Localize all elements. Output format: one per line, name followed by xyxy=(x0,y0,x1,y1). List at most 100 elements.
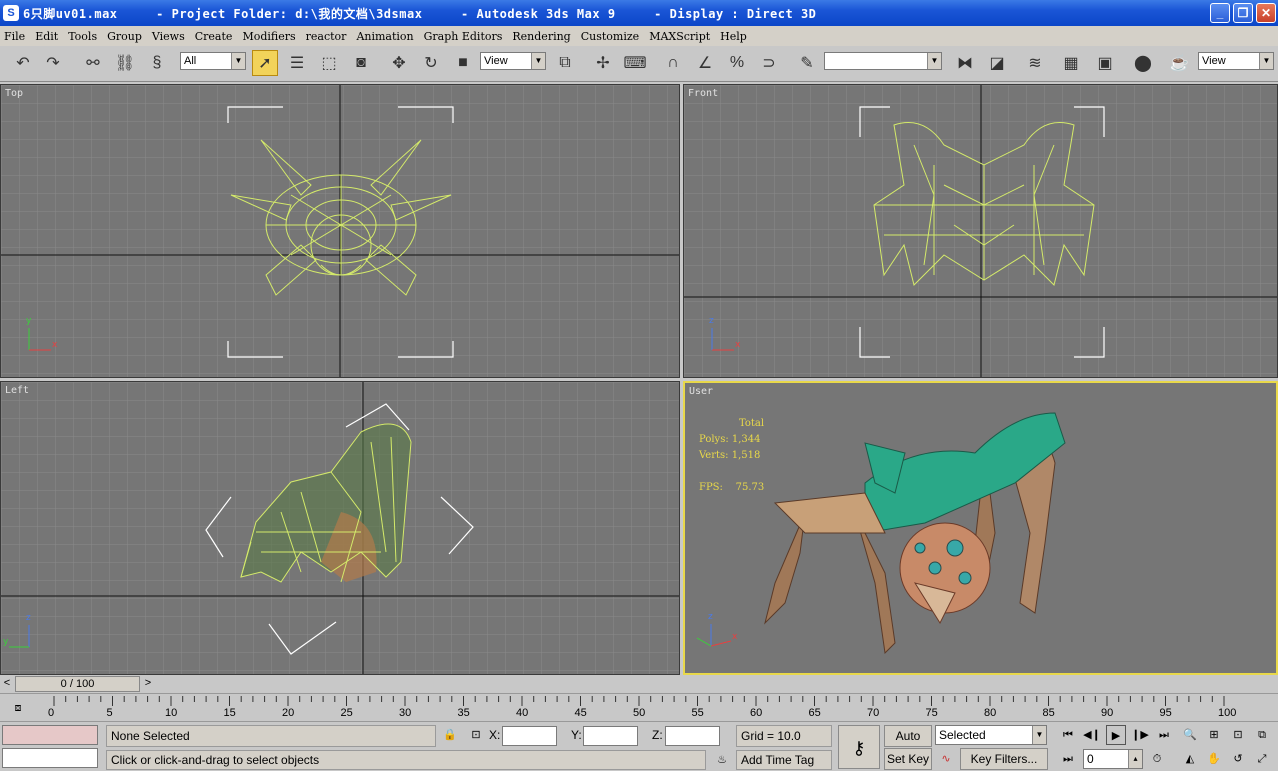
angle-snap-icon[interactable]: ∠ xyxy=(692,50,718,76)
arc-rotate-icon[interactable]: ↺ xyxy=(1228,749,1248,769)
mirror-icon[interactable]: ⧓ xyxy=(952,50,978,76)
track-tick-label: 30 xyxy=(399,707,412,719)
time-slider[interactable]: 0 / 100 xyxy=(15,676,140,692)
keyboard-shortcut-override-icon[interactable]: ⌨ xyxy=(622,50,648,76)
render-scene-icon[interactable]: ☕ xyxy=(1166,50,1192,76)
viewport-label-left[interactable]: Left xyxy=(5,385,29,396)
menu-views[interactable]: Views xyxy=(152,30,185,43)
curve-editor-icon[interactable]: ▦ xyxy=(1058,50,1084,76)
select-object-icon[interactable]: ➚ xyxy=(252,50,278,76)
pivot-center-icon[interactable]: ⧉ xyxy=(552,50,578,76)
track-tick-label: 40 xyxy=(516,707,529,719)
zoom-all-icon[interactable]: ⊞ xyxy=(1204,725,1224,745)
menu-reactor[interactable]: reactor xyxy=(306,30,347,43)
chevron-right-icon[interactable]: > xyxy=(141,675,155,691)
play-icon[interactable]: ▶ xyxy=(1106,725,1126,745)
menu-create[interactable]: Create xyxy=(195,30,233,43)
bind-space-warp-icon[interactable]: § xyxy=(144,50,170,76)
main-toolbar: ↶ ↷ ⚯ ⛓ § All ▼ ➚ ☰ ⬚ ◙ ✥ ↻ ■ View ▼ ⧉ ✢ ⌨… xyxy=(0,46,1278,82)
selection-filter-dropdown[interactable]: All ▼ xyxy=(180,52,246,70)
x-coord-field[interactable] xyxy=(502,726,557,746)
select-by-name-icon[interactable]: ☰ xyxy=(284,50,310,76)
maximize-button[interactable]: ❐ xyxy=(1233,3,1253,23)
viewport-label-top[interactable]: Top xyxy=(5,88,23,99)
reference-coordinate-dropdown[interactable]: View ▼ xyxy=(480,52,546,70)
menu-maxscript[interactable]: MAXScript xyxy=(649,30,710,43)
go-to-start-icon[interactable]: ⏮ xyxy=(1058,725,1078,745)
zoom-extents-all-icon[interactable]: ⧉ xyxy=(1252,725,1272,745)
current-frame-field[interactable]: 0 ▴ xyxy=(1083,749,1143,769)
axis-z-label: z xyxy=(708,612,713,622)
render-type-dropdown[interactable]: View ▼ xyxy=(1198,52,1274,70)
track-bar[interactable]: ⧈ 0 5 10 15 20 25 30 35 40 45 50 55 60 65 70 75 80 85 90 95… xyxy=(0,693,1278,721)
schematic-view-icon[interactable]: ▣ xyxy=(1092,50,1118,76)
title-bar: S 6只脚uv01.max - Project Folder: d:\我的文档\… xyxy=(0,0,1278,26)
zoom-icon[interactable]: 🔍 xyxy=(1180,725,1200,745)
menu-file[interactable]: File xyxy=(4,30,25,43)
time-tag-icon[interactable]: ♨ xyxy=(712,750,732,770)
viewport-label-front[interactable]: Front xyxy=(688,88,718,99)
maximize-viewport-icon[interactable]: ⤢ xyxy=(1252,749,1272,769)
chevron-left-icon[interactable]: < xyxy=(0,675,14,691)
go-to-end-icon[interactable]: ⏭ xyxy=(1154,725,1174,745)
close-button[interactable]: ✕ xyxy=(1256,3,1276,23)
edit-named-selection-icon[interactable]: ✎ xyxy=(794,50,820,76)
select-and-manipulate-icon[interactable]: ✢ xyxy=(590,50,616,76)
set-key-button[interactable]: Set Key xyxy=(884,748,932,770)
menu-rendering[interactable]: Rendering xyxy=(512,30,570,43)
key-icon[interactable]: ⚷ xyxy=(838,725,880,769)
zoom-extents-icon[interactable]: ⊡ xyxy=(1228,725,1248,745)
menu-edit[interactable]: Edit xyxy=(35,30,58,43)
layer-manager-icon[interactable]: ≋ xyxy=(1022,50,1048,76)
next-frame-icon[interactable]: ❙▶ xyxy=(1130,725,1150,745)
viewport-left[interactable]: z y Left xyxy=(0,381,680,675)
menu-tools[interactable]: Tools xyxy=(68,30,97,43)
align-icon[interactable]: ◪ xyxy=(984,50,1010,76)
snaps-toggle-icon[interactable]: ∩ xyxy=(660,50,686,76)
unlink-icon[interactable]: ⛓ xyxy=(112,50,138,76)
menu-animation[interactable]: Animation xyxy=(356,30,413,43)
key-filters-button[interactable]: Key Filters... xyxy=(960,748,1048,770)
select-and-link-icon[interactable]: ⚯ xyxy=(80,50,106,76)
menu-modifiers[interactable]: Modifiers xyxy=(242,30,295,43)
chevron-down-icon: ▼ xyxy=(927,53,941,69)
material-editor-icon[interactable]: ⬤ xyxy=(1130,50,1156,76)
previous-frame-icon[interactable]: ◀❙ xyxy=(1082,725,1102,745)
key-mode-toggle-icon[interactable]: ⏭ xyxy=(1058,749,1078,769)
menu-group[interactable]: Group xyxy=(107,30,142,43)
viewport-front[interactable]: z x Front xyxy=(683,84,1278,378)
app-icon[interactable]: S xyxy=(3,5,19,21)
lock-icon[interactable]: 🔒 xyxy=(440,725,460,745)
key-tangent-icon[interactable]: ∿ xyxy=(936,749,956,769)
add-time-tag-button[interactable]: Add Time Tag xyxy=(736,750,832,770)
viewport-user[interactable]: z x User Total Polys: 1,344 Verts: 1,518… xyxy=(683,381,1278,675)
spinner-icon: ▴ xyxy=(1128,750,1142,768)
select-and-scale-icon[interactable]: ■ xyxy=(450,50,476,76)
percent-snap-icon[interactable]: % xyxy=(724,50,750,76)
spinner-snap-icon[interactable]: ⊃ xyxy=(756,50,782,76)
key-mode-dropdown[interactable]: Selected ▼ xyxy=(935,725,1047,745)
viewport-top[interactable]: y x Top xyxy=(0,84,680,378)
absolute-mode-icon[interactable]: ⊡ xyxy=(466,725,486,745)
maxscript-input-mini[interactable] xyxy=(2,748,98,768)
select-and-move-icon[interactable]: ✥ xyxy=(386,50,412,76)
menu-graph-editors[interactable]: Graph Editors xyxy=(424,30,503,43)
undo-icon[interactable]: ↶ xyxy=(10,50,36,76)
select-and-rotate-icon[interactable]: ↻ xyxy=(418,50,444,76)
menu-help[interactable]: Help xyxy=(720,30,747,43)
track-tick-label: 65 xyxy=(808,707,821,719)
maxscript-listener-mini[interactable] xyxy=(2,725,98,745)
named-selection-dropdown[interactable]: ▼ xyxy=(824,52,942,70)
time-configuration-icon[interactable]: ⏱ xyxy=(1147,749,1167,769)
minimize-button[interactable]: _ xyxy=(1210,3,1230,23)
redo-icon[interactable]: ↷ xyxy=(40,50,66,76)
z-coord-field[interactable] xyxy=(665,726,720,746)
window-crossing-icon[interactable]: ◙ xyxy=(348,50,374,76)
viewport-label-user[interactable]: User xyxy=(689,386,713,397)
pan-icon[interactable]: ✋ xyxy=(1204,749,1224,769)
rectangular-selection-icon[interactable]: ⬚ xyxy=(316,50,342,76)
y-coord-field[interactable] xyxy=(583,726,638,746)
field-of-view-icon[interactable]: ◭ xyxy=(1180,749,1200,769)
auto-key-button[interactable]: Auto Key xyxy=(884,725,932,763)
menu-customize[interactable]: Customize xyxy=(581,30,639,43)
